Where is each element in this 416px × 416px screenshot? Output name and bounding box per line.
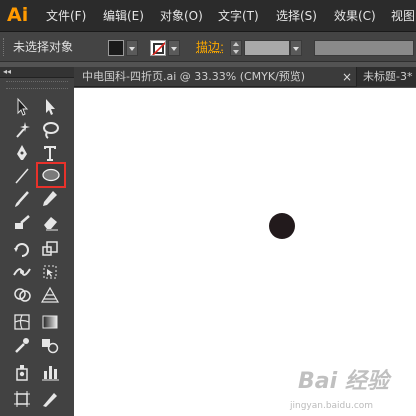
stroke-weight-stepper[interactable] xyxy=(230,40,242,56)
menu-type[interactable]: 文字(T) xyxy=(218,8,259,24)
menu-object[interactable]: 对象(O) xyxy=(160,8,203,24)
shape-builder-tool-icon[interactable] xyxy=(10,284,34,306)
stroke-dropdown[interactable] xyxy=(168,40,180,56)
direct-selection-tool-icon[interactable] xyxy=(38,96,62,118)
fill-dropdown[interactable] xyxy=(126,40,138,56)
control-bar-grip[interactable] xyxy=(3,38,6,56)
line-segment-tool-icon[interactable] xyxy=(10,165,34,187)
tools-panel-header[interactable]: ◂◂ xyxy=(0,67,74,78)
collapse-icon[interactable]: ◂◂ xyxy=(3,67,11,76)
variable-width-profile[interactable] xyxy=(314,40,414,56)
ellipse-tool-icon[interactable] xyxy=(36,162,66,188)
stroke-weight-label[interactable]: 描边: xyxy=(196,39,224,55)
column-graph-tool-icon[interactable] xyxy=(38,361,62,383)
rotate-tool-icon[interactable] xyxy=(10,238,34,260)
paintbrush-tool-icon[interactable] xyxy=(10,188,34,210)
tools-panel-grip[interactable] xyxy=(6,81,68,89)
eyedropper-tool-icon[interactable] xyxy=(10,334,34,356)
magic-wand-tool-icon[interactable] xyxy=(10,119,34,141)
control-bar: 未选择对象 描边: xyxy=(0,32,416,62)
tools-panel xyxy=(0,78,74,416)
tab-close-button[interactable]: × xyxy=(342,67,352,87)
fill-swatch[interactable] xyxy=(108,40,124,56)
width-tool-icon[interactable] xyxy=(10,261,34,283)
watermark-url: jingyan.baidu.com xyxy=(290,401,374,411)
stroke-swatch[interactable] xyxy=(150,40,166,56)
app-logo: Ai xyxy=(7,4,29,26)
watermark: Bai 经验 jingyan.baidu.com xyxy=(232,352,416,416)
menu-view[interactable]: 视图 xyxy=(391,8,415,24)
tab-document-2[interactable]: 未标题-3* xyxy=(356,67,416,87)
gradient-tool-icon[interactable] xyxy=(38,311,62,333)
eraser-tool-icon[interactable] xyxy=(38,211,62,233)
perspective-grid-tool-icon[interactable] xyxy=(38,284,62,306)
scale-tool-icon[interactable] xyxy=(38,238,62,260)
menu-edit[interactable]: 编辑(E) xyxy=(103,8,144,24)
menu-effect[interactable]: 效果(C) xyxy=(334,8,376,24)
symbol-sprayer-tool-icon[interactable] xyxy=(10,361,34,383)
watermark-logo: Bai 经验 xyxy=(298,369,389,394)
stroke-weight-input[interactable] xyxy=(244,40,290,56)
type-tool-icon[interactable] xyxy=(38,142,62,164)
mesh-tool-icon[interactable] xyxy=(10,311,34,333)
free-transform-tool-icon[interactable] xyxy=(38,261,62,283)
tab-document-1[interactable]: 中电国科-四折页.ai @ 33.33% (CMYK/预览) xyxy=(82,67,344,87)
blend-tool-icon[interactable] xyxy=(38,334,62,356)
tab-label: 未标题-3* xyxy=(363,70,413,83)
menu-bar: Ai 文件(F) 编辑(E) 对象(O) 文字(T) 选择(S) 效果(C) 视… xyxy=(0,0,416,32)
stroke-weight-dropdown[interactable] xyxy=(290,40,302,56)
pencil-tool-icon[interactable] xyxy=(38,188,62,210)
pen-tool-icon[interactable] xyxy=(10,142,34,164)
blob-brush-tool-icon[interactable] xyxy=(10,211,34,233)
artboard-tool-icon[interactable] xyxy=(10,388,34,410)
ellipse-shape[interactable] xyxy=(269,213,295,239)
document-tabs: 中电国科-四折页.ai @ 33.33% (CMYK/预览) × 未标题-3* xyxy=(74,67,416,87)
no-stroke-icon xyxy=(151,41,165,55)
tab-label: 中电国科-四折页.ai @ 33.33% (CMYK/预览) xyxy=(82,70,306,83)
slice-tool-icon[interactable] xyxy=(38,388,62,410)
selection-tool-icon[interactable] xyxy=(10,96,34,118)
menu-select[interactable]: 选择(S) xyxy=(276,8,317,24)
lasso-tool-icon[interactable] xyxy=(38,119,62,141)
menu-file[interactable]: 文件(F) xyxy=(46,8,86,24)
selection-status: 未选择对象 xyxy=(13,40,74,54)
